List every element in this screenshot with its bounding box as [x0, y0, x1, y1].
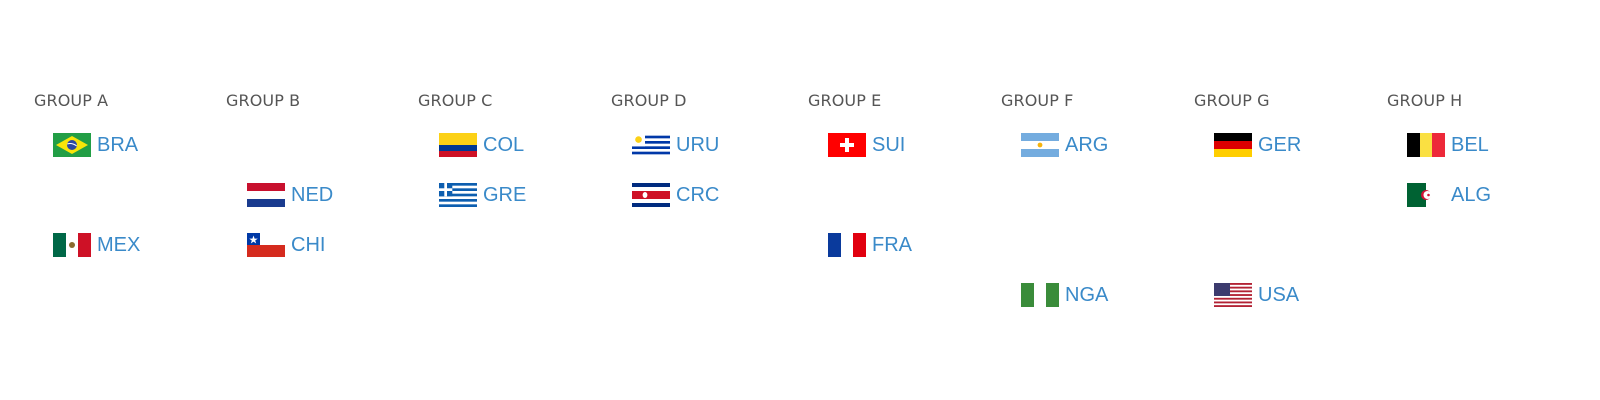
- team-code: ALG: [1451, 183, 1492, 206]
- team-ger[interactable]: GER: [1214, 132, 1301, 158]
- colombia-flag-icon: [439, 133, 477, 157]
- belgium-flag-icon: [1407, 133, 1445, 157]
- brazil-flag-icon: [53, 133, 91, 157]
- team-mex[interactable]: MEX: [53, 232, 140, 258]
- team-code: BRA: [97, 133, 139, 156]
- team-bra[interactable]: BRA: [53, 132, 138, 158]
- group-a-column: GROUP A BRA MEX: [34, 0, 224, 400]
- group-a-label: GROUP A: [34, 91, 109, 110]
- algeria-flag-icon: [1407, 183, 1445, 207]
- argentina-flag-icon: [1021, 133, 1059, 157]
- team-code: CHI: [291, 233, 326, 256]
- team-arg[interactable]: ARG: [1021, 132, 1108, 158]
- team-code: BEL: [1451, 133, 1489, 156]
- costa-rica-flag-icon: [632, 183, 670, 207]
- team-code: NED: [291, 183, 334, 206]
- team-code: ARG: [1065, 133, 1109, 156]
- group-c-label: GROUP C: [418, 91, 493, 110]
- mexico-flag-icon: [53, 233, 91, 257]
- germany-flag-icon: [1214, 133, 1252, 157]
- netherlands-flag-icon: [247, 183, 285, 207]
- group-e-label: GROUP E: [808, 91, 882, 110]
- switzerland-flag-icon: [828, 133, 866, 157]
- team-code: GER: [1258, 133, 1302, 156]
- team-usa[interactable]: USA: [1214, 282, 1299, 308]
- group-c-column: GROUP C COL GRE: [418, 0, 608, 400]
- team-code: USA: [1258, 283, 1300, 306]
- group-b-column: GROUP B NED CHI: [226, 0, 416, 400]
- group-b-label: GROUP B: [226, 91, 301, 110]
- group-g-column: GROUP G GER USA: [1194, 0, 1384, 400]
- usa-flag-icon: [1214, 283, 1252, 307]
- greece-flag-icon: [439, 183, 477, 207]
- group-d-column: GROUP D URU CRC: [611, 0, 801, 400]
- france-flag-icon: [828, 233, 866, 257]
- team-code: GRE: [483, 183, 527, 206]
- group-d-label: GROUP D: [611, 91, 687, 110]
- nigeria-flag-icon: [1021, 283, 1059, 307]
- team-sui[interactable]: SUI: [828, 132, 905, 158]
- group-h-column: GROUP H BEL ALG: [1387, 0, 1577, 400]
- team-code: SUI: [872, 133, 906, 156]
- team-uru[interactable]: URU: [632, 132, 719, 158]
- group-f-label: GROUP F: [1001, 91, 1074, 110]
- team-chi[interactable]: CHI: [247, 232, 325, 258]
- team-ned[interactable]: NED: [247, 182, 333, 208]
- team-crc[interactable]: CRC: [632, 182, 719, 208]
- team-col[interactable]: COL: [439, 132, 524, 158]
- team-nga[interactable]: NGA: [1021, 282, 1108, 308]
- team-code: MEX: [97, 233, 141, 256]
- group-f-column: GROUP F ARG NGA: [1001, 0, 1191, 400]
- uruguay-flag-icon: [632, 133, 670, 157]
- team-code: URU: [676, 133, 720, 156]
- team-bel[interactable]: BEL: [1407, 132, 1489, 158]
- team-fra[interactable]: FRA: [828, 232, 912, 258]
- group-g-label: GROUP G: [1194, 91, 1270, 110]
- team-code: CRC: [676, 183, 720, 206]
- group-h-label: GROUP H: [1387, 91, 1463, 110]
- team-code: NGA: [1065, 283, 1109, 306]
- team-alg[interactable]: ALG: [1407, 182, 1491, 208]
- team-gre[interactable]: GRE: [439, 182, 526, 208]
- team-code: COL: [483, 133, 525, 156]
- group-e-column: GROUP E SUI FRA: [808, 0, 998, 400]
- chile-flag-icon: [247, 233, 285, 257]
- team-code: FRA: [872, 233, 912, 256]
